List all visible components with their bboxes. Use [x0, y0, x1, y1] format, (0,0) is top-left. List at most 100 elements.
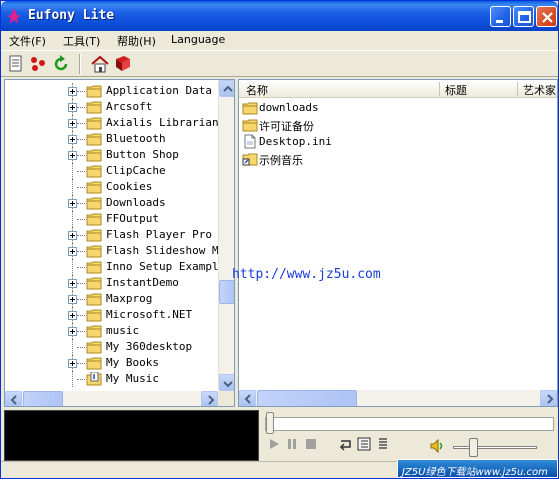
tree-item[interactable]: FFOutput — [5, 211, 218, 227]
list-item[interactable]: 许可证备份 — [239, 116, 539, 133]
title-bar[interactable]: Eufony Lite — [1, 1, 558, 31]
tree-scroll-thumb[interactable] — [219, 280, 234, 304]
scroll-right-button[interactable] — [201, 391, 218, 406]
tree-item[interactable]: music — [5, 323, 218, 339]
toolbar — [1, 50, 558, 77]
arrow-left-icon — [244, 394, 251, 404]
expand-toggle[interactable] — [68, 247, 77, 256]
tree-item[interactable]: Inno Setup Examples — [5, 259, 232, 275]
new-playlist-icon[interactable] — [6, 54, 26, 74]
column-separator[interactable] — [439, 82, 440, 96]
expand-toggle[interactable] — [68, 151, 77, 160]
column-artist[interactable]: 艺术家 — [523, 82, 556, 98]
seek-bar[interactable] — [265, 417, 554, 431]
tree-item[interactable]: InstantDemo — [5, 275, 218, 291]
list-item[interactable]: Desktop.ini — [239, 133, 539, 150]
music-folder-icon — [86, 372, 102, 386]
tree-item-label: Downloads — [106, 196, 166, 209]
window-title: Eufony Lite — [28, 8, 115, 23]
volume-slider[interactable] — [453, 446, 537, 449]
scroll-right-button[interactable] — [540, 390, 557, 406]
stop-icon[interactable] — [304, 437, 318, 451]
list-horizontal-scrollbar[interactable] — [239, 390, 557, 406]
tree-item[interactable]: Microsoft.NET — [5, 307, 218, 323]
column-title[interactable]: 标题 — [445, 82, 467, 98]
maximize-button[interactable] — [513, 6, 534, 27]
tree-item[interactable]: Flash Player Pro — [5, 227, 218, 243]
tree-item-label: Application Data — [106, 84, 212, 97]
home-icon[interactable] — [90, 54, 110, 74]
menu-tools[interactable]: 工具(T) — [63, 33, 100, 49]
expand-toggle[interactable] — [68, 359, 77, 368]
scroll-left-button[interactable] — [239, 390, 256, 406]
tree-horizontal-scrollbar[interactable] — [5, 391, 218, 406]
expand-toggle[interactable] — [68, 231, 77, 240]
file-list[interactable]: 名称 标题 艺术家 downloads 许可证备份 Desktop.ini 示例音乐 — [238, 79, 558, 407]
tree-item[interactable]: My Music — [5, 371, 218, 387]
folder-icon — [86, 213, 102, 226]
close-button[interactable] — [536, 6, 557, 27]
column-separator[interactable] — [517, 82, 518, 96]
volume-handle[interactable] — [469, 438, 478, 457]
tree-line — [77, 91, 85, 92]
tree-item[interactable]: ClipCache — [5, 163, 218, 179]
minimize-button[interactable] — [490, 6, 511, 27]
app-window: Eufony Lite 文件(F) 工具(T) 帮助(H) Language A… — [0, 0, 559, 479]
tree-item[interactable]: Bluetooth — [5, 131, 218, 147]
tree-item[interactable]: Maxprog — [5, 291, 218, 307]
scroll-down-button[interactable] — [219, 374, 234, 391]
repeat-icon[interactable] — [339, 437, 353, 451]
expand-toggle[interactable] — [68, 119, 77, 128]
volume-icon[interactable] — [429, 438, 445, 454]
scroll-left-button[interactable] — [5, 391, 22, 406]
tree-item[interactable]: My 360desktop — [5, 339, 218, 355]
expand-toggle[interactable] — [68, 103, 77, 112]
folder-tree[interactable]: Application Data Arcsoft Axialis Librarian… — [4, 79, 235, 407]
menu-file[interactable]: 文件(F) — [9, 33, 46, 49]
minimize-icon — [496, 20, 503, 23]
list-hscroll-thumb[interactable] — [257, 390, 357, 406]
expand-toggle[interactable] — [68, 311, 77, 320]
arrow-right-icon — [208, 395, 215, 405]
column-name[interactable]: 名称 — [246, 82, 268, 98]
scroll-up-button[interactable] — [219, 80, 234, 97]
menu-help[interactable]: 帮助(H) — [117, 33, 156, 49]
tree-item[interactable]: My Books — [5, 355, 218, 371]
seek-handle[interactable] — [266, 412, 274, 434]
expand-toggle[interactable] — [68, 279, 77, 288]
tree-vertical-scrollbar[interactable] — [218, 80, 234, 391]
tree-item[interactable]: Axialis Librarian — [5, 115, 219, 131]
tree-item[interactable]: Downloads — [5, 195, 218, 211]
tree-line — [77, 363, 85, 364]
expand-toggle[interactable] — [68, 199, 77, 208]
tree-line — [72, 339, 73, 355]
tree-hscroll-thumb[interactable] — [23, 391, 63, 406]
expand-toggle[interactable] — [68, 135, 77, 144]
list-item[interactable]: 示例音乐 — [239, 150, 539, 167]
tree-item[interactable]: Flash Slideshow Mak — [5, 243, 232, 259]
list-item[interactable]: downloads — [239, 99, 539, 116]
list-view-icon[interactable] — [376, 437, 390, 451]
arrow-down-icon — [223, 381, 233, 388]
expand-toggle[interactable] — [68, 295, 77, 304]
playlist-icon[interactable] — [357, 437, 371, 451]
menu-language[interactable]: Language — [171, 33, 225, 46]
tree-item[interactable]: Cookies — [5, 179, 218, 195]
refresh-icon[interactable] — [51, 54, 71, 74]
folder-icon — [86, 277, 102, 290]
folder-icon — [86, 101, 102, 114]
tree-item[interactable]: Button Shop — [5, 147, 218, 163]
pause-icon[interactable] — [285, 437, 299, 451]
tree-item[interactable]: Application Data — [5, 83, 218, 99]
tree-item-label: FFOutput — [106, 212, 159, 225]
tree-line — [77, 107, 85, 108]
expand-toggle[interactable] — [68, 327, 77, 336]
tree-item[interactable]: Arcsoft — [5, 99, 218, 115]
arrow-up-icon — [223, 85, 233, 92]
tree-item-label: InstantDemo — [106, 276, 179, 289]
shuffle-icon[interactable] — [28, 54, 48, 74]
tree-item-label: Flash Player Pro — [106, 228, 212, 241]
play-icon[interactable] — [267, 437, 281, 451]
expand-toggle[interactable] — [68, 87, 77, 96]
book-icon[interactable] — [113, 54, 133, 74]
